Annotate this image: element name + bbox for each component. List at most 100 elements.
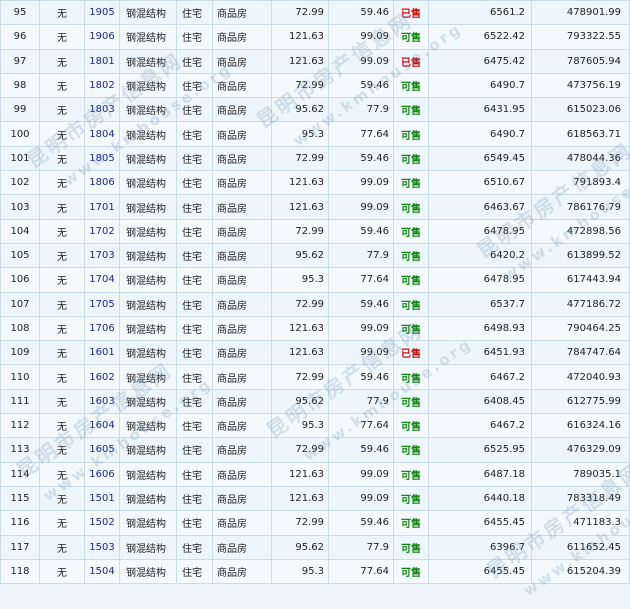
status-cell: 可售 — [393, 194, 429, 220]
status-cell: 可售 — [393, 291, 429, 317]
table-row: 95 无 1905 钢混结构 住宅 商品房 72.99 59.46 已售 6561.2 478901… — [0, 0, 630, 26]
floor-area-cell: 121.63 — [271, 485, 329, 512]
room-number: 1701 — [84, 194, 120, 220]
mark-cell: 无 — [39, 267, 85, 293]
row-index: 105 — [0, 242, 40, 269]
total-price-cell: 612775.99 — [531, 388, 630, 415]
usage-cell: 住宅 — [176, 267, 213, 293]
status-cell: 可售 — [393, 72, 429, 99]
usage-cell: 住宅 — [176, 72, 213, 99]
floor-area-cell: 95.62 — [271, 242, 329, 269]
usage-cell: 住宅 — [176, 218, 213, 244]
unit-price-cell: 6498.93 — [428, 315, 532, 342]
inner-area-cell: 99.09 — [328, 340, 394, 366]
inner-area-cell: 77.64 — [328, 413, 394, 439]
unit-price-cell: 6478.95 — [428, 218, 532, 244]
mark-cell: 无 — [39, 194, 85, 220]
table-row: 100 无 1804 钢混结构 住宅 商品房 95.3 77.64 可售 6490.7 618563… — [0, 121, 630, 147]
row-index: 96 — [0, 24, 40, 50]
structure-cell: 钢混结构 — [119, 510, 177, 536]
row-index: 110 — [0, 364, 40, 390]
usage-cell: 住宅 — [176, 170, 213, 196]
unit-price-cell: 6420.2 — [428, 242, 532, 269]
floor-area-cell: 95.3 — [271, 413, 329, 439]
room-number: 1603 — [84, 388, 120, 415]
house-type-cell: 商品房 — [212, 413, 272, 439]
table-row: 107 无 1705 钢混结构 住宅 商品房 72.99 59.46 可售 6537.7 47718… — [0, 291, 630, 317]
table-row: 105 无 1703 钢混结构 住宅 商品房 95.62 77.9 可售 6420.2 613899… — [0, 242, 630, 269]
unit-price-cell: 6396.7 — [428, 534, 532, 560]
structure-cell: 钢混结构 — [119, 340, 177, 366]
unit-price-cell: 6431.95 — [428, 97, 532, 123]
floor-area-cell: 72.99 — [271, 0, 329, 26]
inner-area-cell: 59.46 — [328, 72, 394, 99]
total-price-cell: 476329.09 — [531, 437, 630, 463]
row-index: 97 — [0, 48, 40, 74]
floor-area-cell: 121.63 — [271, 315, 329, 342]
row-index: 112 — [0, 413, 40, 439]
house-type-cell: 商品房 — [212, 534, 272, 560]
house-type-cell: 商品房 — [212, 485, 272, 512]
mark-cell: 无 — [39, 72, 85, 99]
house-type-cell: 商品房 — [212, 97, 272, 123]
unit-price-cell: 6510.67 — [428, 170, 532, 196]
unit-price-cell: 6455.45 — [428, 510, 532, 536]
room-number: 1906 — [84, 24, 120, 50]
row-index: 115 — [0, 485, 40, 512]
status-cell: 可售 — [393, 388, 429, 415]
table-row: 106 无 1704 钢混结构 住宅 商品房 95.3 77.64 可售 6478.95 61744… — [0, 267, 630, 293]
house-type-cell: 商品房 — [212, 0, 272, 26]
status-cell: 已售 — [393, 0, 429, 26]
table-row: 102 无 1806 钢混结构 住宅 商品房 121.63 99.09 可售 6510.67 791… — [0, 170, 630, 196]
structure-cell: 钢混结构 — [119, 485, 177, 512]
room-number: 1706 — [84, 315, 120, 342]
mark-cell: 无 — [39, 413, 85, 439]
total-price-cell: 615023.06 — [531, 97, 630, 123]
house-type-cell: 商品房 — [212, 194, 272, 220]
structure-cell: 钢混结构 — [119, 97, 177, 123]
row-index: 107 — [0, 291, 40, 317]
inner-area-cell: 99.09 — [328, 315, 394, 342]
unit-price-cell: 6408.45 — [428, 388, 532, 415]
room-number: 1601 — [84, 340, 120, 366]
inner-area-cell: 59.46 — [328, 0, 394, 26]
status-cell: 可售 — [393, 461, 429, 487]
structure-cell: 钢混结构 — [119, 291, 177, 317]
mark-cell: 无 — [39, 534, 85, 560]
structure-cell: 钢混结构 — [119, 242, 177, 269]
usage-cell: 住宅 — [176, 388, 213, 415]
structure-cell: 钢混结构 — [119, 364, 177, 390]
floor-area-cell: 121.63 — [271, 48, 329, 74]
mark-cell: 无 — [39, 437, 85, 463]
total-price-cell: 478044.36 — [531, 145, 630, 172]
usage-cell: 住宅 — [176, 24, 213, 50]
floor-area-cell: 95.62 — [271, 534, 329, 560]
row-index: 104 — [0, 218, 40, 244]
usage-cell: 住宅 — [176, 97, 213, 123]
table-row: 115 无 1501 钢混结构 住宅 商品房 121.63 99.09 可售 6440.18 783… — [0, 485, 630, 512]
room-number: 1605 — [84, 437, 120, 463]
floor-area-cell: 95.62 — [271, 388, 329, 415]
inner-area-cell: 77.64 — [328, 121, 394, 147]
floor-area-cell: 121.63 — [271, 461, 329, 487]
room-number: 1804 — [84, 121, 120, 147]
house-type-cell: 商品房 — [212, 461, 272, 487]
inner-area-cell: 77.9 — [328, 388, 394, 415]
inner-area-cell: 59.46 — [328, 510, 394, 536]
inner-area-cell: 99.09 — [328, 485, 394, 512]
floor-area-cell: 72.99 — [271, 291, 329, 317]
structure-cell: 钢混结构 — [119, 121, 177, 147]
house-type-cell: 商品房 — [212, 72, 272, 99]
floor-area-cell: 95.62 — [271, 97, 329, 123]
floor-area-cell: 121.63 — [271, 24, 329, 50]
usage-cell: 住宅 — [176, 145, 213, 172]
table-row: 112 无 1604 钢混结构 住宅 商品房 95.3 77.64 可售 6467.2 616324… — [0, 413, 630, 439]
floor-area-cell: 72.99 — [271, 510, 329, 536]
total-price-cell: 615204.39 — [531, 558, 630, 585]
inner-area-cell: 59.46 — [328, 218, 394, 244]
status-cell: 可售 — [393, 437, 429, 463]
usage-cell: 住宅 — [176, 364, 213, 390]
structure-cell: 钢混结构 — [119, 48, 177, 74]
status-cell: 可售 — [393, 510, 429, 536]
inner-area-cell: 99.09 — [328, 48, 394, 74]
